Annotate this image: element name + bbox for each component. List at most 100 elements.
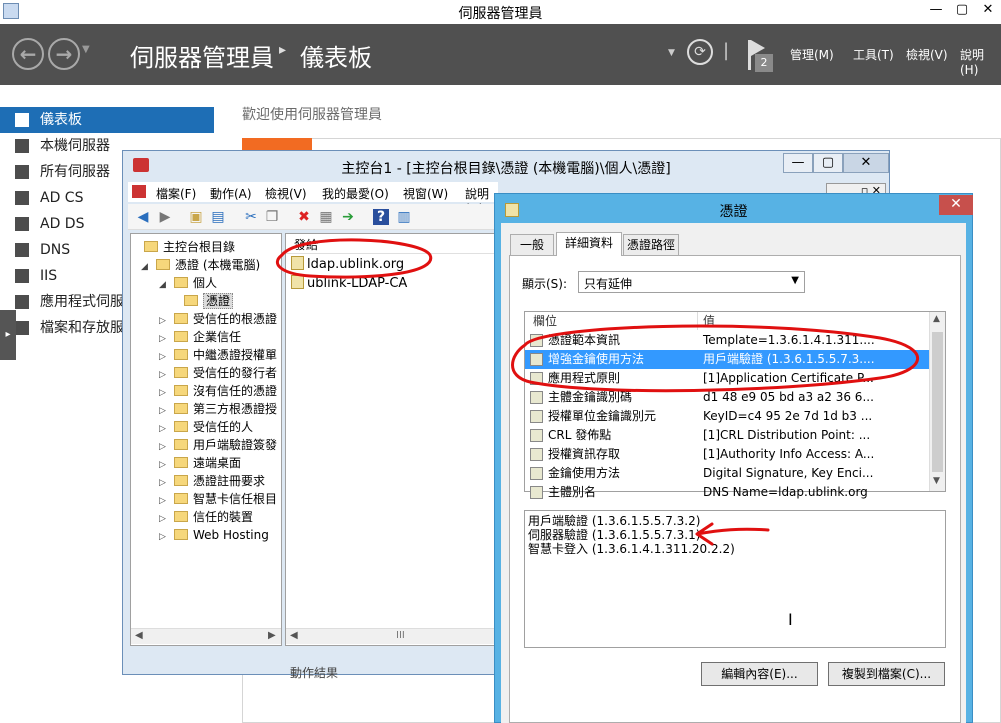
tree-node[interactable]: ▷ 用戶端驗證簽發 bbox=[159, 436, 277, 454]
extension-icon bbox=[530, 486, 543, 499]
menu-manage[interactable]: 管理(M) bbox=[790, 46, 834, 63]
mmc-maximize-button[interactable]: ▢ bbox=[813, 153, 843, 173]
chevron-down-icon: ▼ bbox=[791, 275, 799, 286]
field-row[interactable]: 主體金鑰識別碼 d1 48 e9 05 bd a3 a2 36 6... bbox=[525, 388, 929, 407]
up-folder-icon[interactable]: ▣ bbox=[188, 209, 204, 225]
minimize-button[interactable]: — bbox=[923, 0, 949, 20]
export-list-icon[interactable]: ➔ bbox=[340, 209, 356, 225]
properties-icon[interactable]: ▦ bbox=[318, 209, 334, 225]
menu-view[interactable]: 檢視(V) bbox=[906, 46, 948, 63]
field-row[interactable]: 主體別名 DNS Name=ldap.ublink.org bbox=[525, 483, 929, 502]
extension-icon bbox=[530, 353, 543, 366]
menu-favorites[interactable]: 我的最愛(O) bbox=[322, 185, 389, 202]
column-header-value[interactable]: 值 bbox=[703, 312, 715, 330]
tree-node[interactable]: ◢ 個人 bbox=[159, 274, 217, 292]
copy-to-file-button[interactable]: 複製到檔案(C)... bbox=[828, 662, 945, 686]
column-header-issued-to[interactable]: 發給 bbox=[286, 234, 494, 254]
tree-node-label: 受信任的人 bbox=[193, 420, 254, 434]
scrollbar-thumb[interactable] bbox=[932, 332, 943, 472]
show-tree-icon[interactable]: ▤ bbox=[210, 209, 226, 225]
sidebar-item-dashboard[interactable]: 儀表板 bbox=[0, 107, 214, 133]
cert-row-ca[interactable]: ublink-LDAP-CA bbox=[291, 274, 407, 294]
breadcrumb-root[interactable]: 伺服器管理員 bbox=[130, 38, 274, 73]
mmc-close-button[interactable]: ✕ bbox=[843, 153, 889, 173]
tab-certification-path[interactable]: 憑證路徑 bbox=[623, 234, 679, 256]
cert-row-ldap[interactable]: ldap.ublink.org bbox=[291, 255, 404, 275]
fields-vertical-scrollbar[interactable]: ▲ ▼ bbox=[929, 312, 945, 491]
detail-line: 智慧卡登入 (1.3.6.1.4.1.311.20.2.2) bbox=[528, 542, 735, 556]
refresh-dropdown-icon[interactable]: ▼ bbox=[668, 48, 675, 58]
field-value: DNS Name=ldap.ublink.org bbox=[703, 485, 868, 499]
menu-view[interactable]: 檢視(V) bbox=[265, 185, 307, 202]
tree-node[interactable]: ▷ 遠端桌面 bbox=[159, 454, 241, 472]
tab-details[interactable]: 詳細資料 bbox=[556, 232, 622, 256]
forward-arrow-icon[interactable]: ▶ bbox=[157, 209, 173, 225]
delete-icon[interactable]: ✖ bbox=[296, 209, 312, 225]
tree-node[interactable]: 憑證 bbox=[175, 292, 234, 310]
field-detail-box[interactable]: 用戶端驗證 (1.3.6.1.5.5.7.3.2) 伺服器驗證 (1.3.6.1… bbox=[524, 510, 946, 648]
tree-node[interactable]: ▷ 智慧卡信任根目 bbox=[159, 490, 277, 508]
edit-properties-button[interactable]: 編輯內容(E)... bbox=[701, 662, 818, 686]
tree-node[interactable]: ▷ 企業信任 bbox=[159, 328, 241, 346]
tree-node[interactable]: ◢ 憑證 (本機電腦) bbox=[141, 256, 260, 274]
close-button[interactable]: ✕ bbox=[975, 0, 1001, 20]
tree-node[interactable]: ▷ 沒有信任的憑證 bbox=[159, 382, 277, 400]
help-icon[interactable]: ? bbox=[373, 209, 389, 225]
field-row[interactable]: 應用程式原則 [1]Application Certificate P... bbox=[525, 369, 929, 388]
forward-button[interactable]: → bbox=[48, 38, 80, 70]
folder-icon bbox=[174, 439, 188, 450]
field-row[interactable]: 增強金鑰使用方法 用戶端驗證 (1.3.6.1.5.5.7.3.... bbox=[525, 350, 929, 369]
menu-window[interactable]: 視窗(W) bbox=[403, 185, 448, 202]
expanded-arrow-icon[interactable]: ◢ bbox=[141, 258, 151, 276]
field-row[interactable]: 授權資訊存取 [1]Authority Info Access: A... bbox=[525, 445, 929, 464]
field-row[interactable]: 金鑰使用方法 Digital Signature, Key Enci... bbox=[525, 464, 929, 483]
field-name: 授權單位金鑰識別元 bbox=[548, 409, 657, 423]
mmc-minimize-button[interactable]: — bbox=[783, 153, 813, 173]
collapsed-arrow-icon[interactable]: ▷ bbox=[159, 528, 169, 546]
notifications-flag-icon[interactable]: 2 bbox=[746, 40, 774, 74]
adcs-icon bbox=[15, 191, 29, 205]
certificate-dialog-close-button[interactable]: ✕ bbox=[939, 195, 973, 215]
back-arrow-icon[interactable]: ◀ bbox=[135, 209, 151, 225]
field-row[interactable]: 授權單位金鑰識別元 KeyID=c4 95 2e 7d 1d b3 ... bbox=[525, 407, 929, 426]
servers-icon bbox=[15, 165, 29, 179]
maximize-button[interactable]: ▢ bbox=[949, 0, 975, 20]
tree-node-label: 憑證 (本機電腦) bbox=[175, 258, 261, 272]
tree-node[interactable]: ▷ 信任的裝置 bbox=[159, 508, 253, 526]
extension-icon bbox=[530, 410, 543, 423]
tree-node[interactable]: ▷ Web Hosting bbox=[159, 526, 269, 544]
tree-node[interactable]: 主控台根目錄 bbox=[135, 238, 235, 256]
column-header-field[interactable]: 欄位 bbox=[533, 312, 557, 330]
tree-node[interactable]: ▷ 受信任的根憑證 bbox=[159, 310, 277, 328]
tab-general[interactable]: 一般 bbox=[510, 234, 554, 256]
menu-tools[interactable]: 工具(T) bbox=[853, 46, 894, 63]
show-label: 顯示(S): bbox=[522, 277, 568, 291]
field-row[interactable]: 憑證範本資訊 Template=1.3.6.1.4.1.311.... bbox=[525, 331, 929, 350]
menu-action[interactable]: 動作(A) bbox=[210, 185, 252, 202]
tree-node[interactable]: ▷ 中繼憑證授權單 bbox=[159, 346, 277, 364]
menu-file[interactable]: 檔案(F) bbox=[156, 185, 196, 202]
dashboard-icon bbox=[15, 113, 29, 127]
tree-node[interactable]: ▷ 第三方根憑證授 bbox=[159, 400, 277, 418]
tree-node[interactable]: ▷ 受信任的人 bbox=[159, 418, 253, 436]
mmc-title: 主控台1 - [主控台根目錄\憑證 (本機電腦)\個人\憑證] bbox=[341, 161, 671, 177]
tree-horizontal-scrollbar[interactable]: ◀ ▶ bbox=[131, 628, 281, 644]
action-pane-icon[interactable]: ▥ bbox=[396, 209, 412, 225]
sidebar-collapse-toggle[interactable]: ▸ bbox=[0, 310, 16, 360]
copy-icon[interactable]: ❐ bbox=[264, 209, 280, 225]
history-dropdown-icon[interactable]: ▼ bbox=[82, 44, 90, 55]
back-button[interactable]: ← bbox=[12, 38, 44, 70]
show-filter-value: 只有延伸 bbox=[584, 277, 633, 291]
field-row[interactable]: CRL 發佈點 [1]CRL Distribution Point: ... bbox=[525, 426, 929, 445]
tree-node[interactable]: ▷ 憑證註冊要求 bbox=[159, 472, 265, 490]
cut-icon[interactable]: ✂ bbox=[243, 209, 259, 225]
folder-icon bbox=[156, 259, 170, 270]
list-horizontal-scrollbar[interactable]: ◀ III bbox=[286, 628, 494, 644]
console-menu-icon[interactable] bbox=[132, 185, 146, 198]
expanded-arrow-icon[interactable]: ◢ bbox=[159, 276, 169, 294]
show-filter-select[interactable]: 只有延伸 ▼ bbox=[578, 271, 805, 293]
tree-node[interactable]: ▷ 受信任的發行者 bbox=[159, 364, 277, 382]
column-divider bbox=[697, 312, 698, 330]
menu-help[interactable]: 說明(H) bbox=[960, 46, 1001, 77]
refresh-icon[interactable]: ⟳ bbox=[687, 39, 713, 65]
